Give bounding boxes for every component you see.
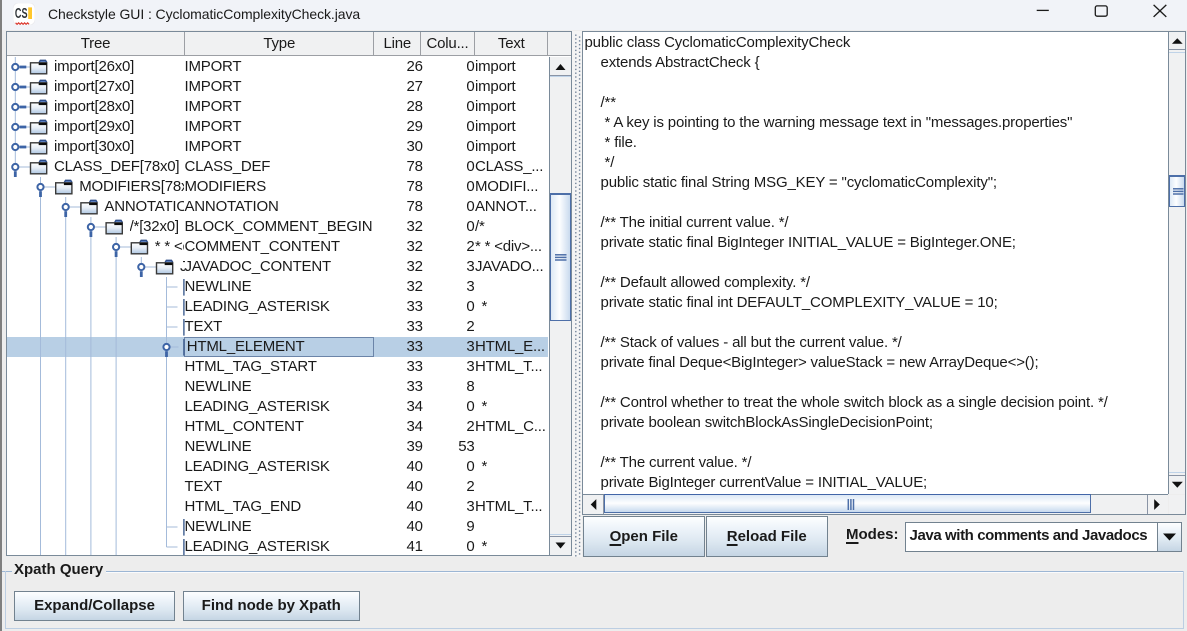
svg-text:CS: CS (15, 6, 28, 22)
